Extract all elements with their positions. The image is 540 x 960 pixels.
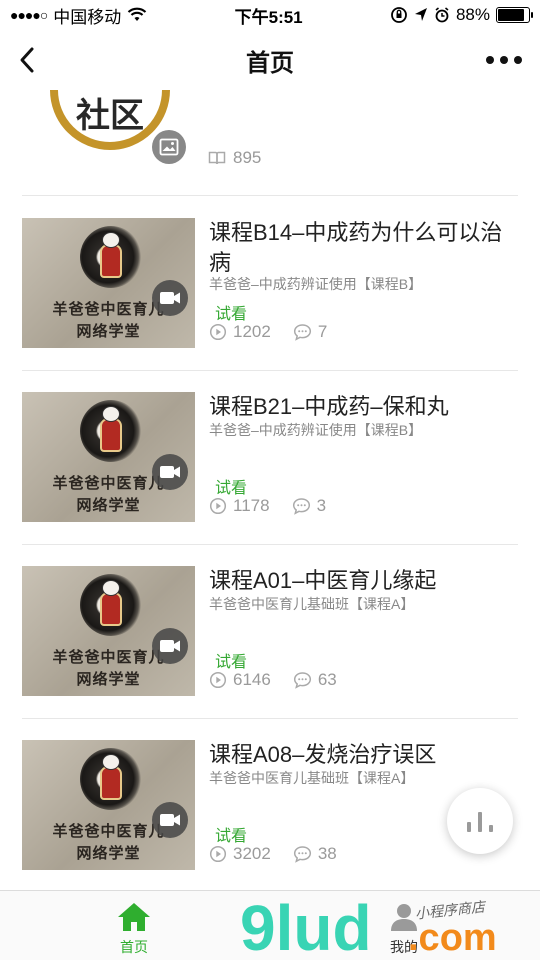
battery-icon (496, 7, 533, 23)
thumb-title-line2: 网络学堂 (76, 844, 141, 862)
trial-label[interactable]: 试看 (215, 300, 247, 324)
book-icon (208, 151, 226, 165)
tab-home[interactable]: 首页 (74, 891, 194, 960)
course-subtitle: 羊爸爸–中成药辨证使用【课程B】 (209, 276, 423, 292)
stats-float-button[interactable] (447, 788, 513, 854)
play-count-icon (209, 845, 227, 863)
tab-mine-label: 我的 (390, 939, 418, 955)
play-count: 1202 (233, 322, 271, 341)
status-bar: ●●●●○ 中国移动 下午5:51 88% (0, 0, 540, 30)
course-stats: 3202 38 (209, 844, 359, 864)
course-item[interactable]: 羊爸爸中医育儿 网络学堂 课程B21–中成药–保和丸 羊爸爸–中成药辨证使用【课… (0, 370, 540, 544)
location-icon (414, 8, 427, 21)
play-count-icon (209, 323, 227, 341)
nav-bar: 首页 (0, 30, 540, 90)
comment-count: 7 (317, 322, 328, 341)
comment-icon (293, 324, 311, 341)
comment-count: 38 (317, 844, 337, 863)
play-count: 6146 (233, 670, 271, 689)
thumb-title-line2: 网络学堂 (76, 322, 141, 340)
comment-icon (293, 846, 311, 863)
video-icon (152, 802, 188, 838)
course-title: 课程A01–中医育儿缘起 (209, 568, 437, 593)
course-stats: 6146 63 (209, 670, 359, 690)
goat-head (102, 754, 120, 770)
trial-label[interactable]: 试看 (215, 822, 247, 846)
home-icon (118, 903, 150, 931)
battery-percent: 88% (455, 5, 490, 24)
play-count-icon (209, 671, 227, 689)
video-icon (152, 280, 188, 316)
carrier-name: 中国移动 (53, 7, 122, 27)
course-title: 课程B21–中成药–保和丸 (209, 394, 449, 419)
course-item[interactable]: 羊爸爸中医育儿 网络学堂 课程A01–中医育儿缘起 羊爸爸中医育儿基础班【课程A… (0, 544, 540, 718)
course-title: 课程B14–中成药为什么可以治病 (209, 220, 503, 275)
video-icon (152, 628, 188, 664)
course-stats: 1178 3 (209, 496, 348, 516)
tab-home-label: 首页 (120, 939, 148, 955)
goat-head (102, 232, 120, 248)
trial-label[interactable]: 试看 (215, 474, 247, 498)
clock: 下午5:51 (234, 7, 303, 27)
play-count: 3202 (233, 844, 271, 863)
logo-text-top: 社区 (76, 97, 144, 135)
trial-label[interactable]: 试看 (215, 648, 247, 672)
back-chevron-icon[interactable] (12, 42, 48, 78)
community-login-card[interactable]: 社区 登录 895 (0, 90, 540, 195)
goat-head (102, 580, 120, 596)
course-title: 课程A08–发烧治疗误区 (209, 742, 437, 767)
alarm-icon (435, 7, 449, 23)
comment-icon (293, 672, 311, 689)
more-dots-icon[interactable] (486, 48, 522, 72)
goat-mascot (100, 592, 122, 626)
wifi-icon (128, 7, 147, 21)
video-icon (152, 454, 188, 490)
goat-head (102, 406, 120, 422)
tab-bar: 首页 我的 (0, 890, 540, 960)
tab-mine[interactable]: 我的 (344, 891, 464, 960)
comment-count: 3 (316, 496, 327, 515)
comment-count: 63 (317, 670, 337, 689)
play-count: 1178 (233, 496, 270, 515)
page-title: 首页 (246, 49, 294, 77)
read-count: 895 (208, 148, 261, 168)
course-subtitle: 羊爸爸中医育儿基础班【课程A】 (209, 596, 415, 612)
course-subtitle: 羊爸爸–中成药辨证使用【课程B】 (209, 422, 423, 438)
signal-dots-icon: ●●●●○ (10, 7, 48, 23)
thumb-title-line2: 网络学堂 (76, 670, 141, 688)
course-subtitle: 羊爸爸中医育儿基础班【课程A】 (209, 770, 415, 786)
logo-text-main: 登录 (58, 140, 162, 142)
image-icon (152, 130, 186, 164)
course-item[interactable]: 羊爸爸中医育儿 网络学堂 课程B14–中成药为什么可以治病 羊爸爸–中成药辨证使… (0, 196, 540, 370)
orientation-lock-icon (391, 7, 407, 23)
read-count-value: 895 (233, 148, 262, 167)
course-stats: 1202 7 (209, 322, 349, 342)
bar-chart-icon (467, 812, 493, 832)
user-icon (391, 904, 417, 931)
goat-mascot (100, 418, 122, 452)
comment-icon (292, 498, 310, 515)
play-count-icon (209, 497, 227, 515)
thumb-title-line2: 网络学堂 (76, 496, 141, 514)
goat-mascot (100, 244, 122, 278)
goat-mascot (100, 766, 122, 800)
